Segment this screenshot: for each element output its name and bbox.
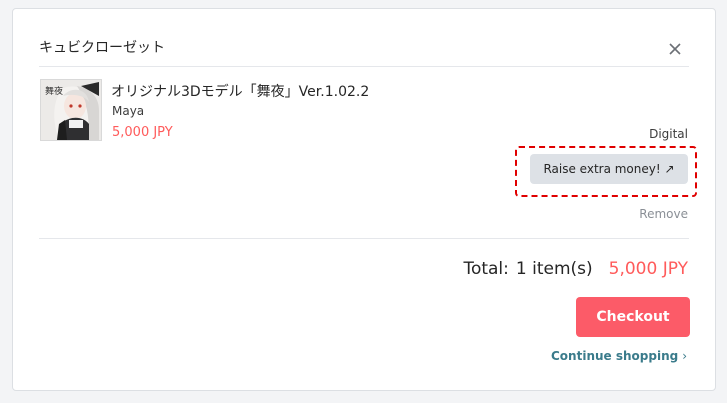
divider	[39, 66, 689, 67]
item-type-label: Digital	[649, 127, 688, 141]
divider	[39, 238, 689, 239]
item-thumbnail[interactable]: 舞夜	[40, 79, 102, 141]
total-price: 5,000 JPY	[608, 259, 688, 279]
item-title[interactable]: オリジナル3Dモデル「舞夜」Ver.1.02.2	[111, 81, 369, 101]
continue-shopping-label: Continue shopping	[551, 349, 679, 363]
raise-extra-money-button[interactable]: Raise extra money! ↗	[530, 154, 688, 184]
thumbnail-caption: 舞夜	[45, 87, 64, 97]
shop-name[interactable]: キュビクローゼット	[39, 37, 165, 57]
continue-shopping-link[interactable]: Continue shopping ›	[551, 349, 687, 363]
remove-link[interactable]: Remove	[639, 207, 688, 221]
checkout-button[interactable]: Checkout	[576, 297, 690, 337]
item-author[interactable]: Maya	[112, 104, 144, 118]
total-label: Total:	[463, 259, 509, 279]
cart-panel: キュビクローゼット 舞夜 オリジナル3Dモデル「舞夜」Ver.1.02.2 Ma…	[12, 8, 716, 391]
chevron-right-icon: ›	[682, 349, 688, 363]
total-row: Total: 1 item(s) 5,000 JPY	[463, 259, 688, 279]
item-price: 5,000 JPY	[112, 125, 173, 140]
close-icon[interactable]	[665, 39, 685, 59]
total-count: 1 item(s)	[515, 259, 593, 279]
